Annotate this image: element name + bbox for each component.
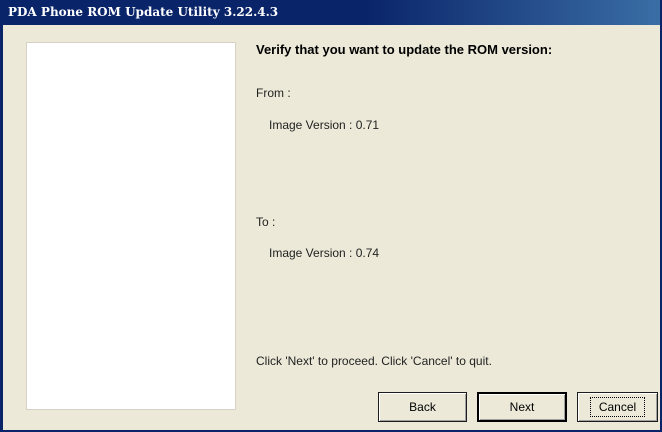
from-label: From :	[256, 86, 291, 100]
next-button[interactable]: Next	[477, 392, 567, 422]
update-utility-window: PDA Phone ROM Update Utility 3.22.4.3 Ve…	[0, 0, 662, 432]
to-image-version: Image Version : 0.74	[269, 246, 380, 260]
cancel-button[interactable]: Cancel	[577, 392, 658, 422]
next-button-label: Next	[509, 400, 535, 414]
instruction-text: Click 'Next' to proceed. Click 'Cancel' …	[256, 354, 492, 368]
window-title: PDA Phone ROM Update Utility 3.22.4.3	[8, 5, 279, 19]
side-image-panel	[26, 42, 236, 410]
to-label: To :	[256, 215, 276, 229]
page-heading: Verify that you want to update the ROM v…	[256, 42, 553, 57]
title-bar[interactable]: PDA Phone ROM Update Utility 3.22.4.3	[3, 0, 660, 25]
from-image-version: Image Version : 0.71	[269, 118, 380, 132]
back-button-label: Back	[409, 400, 436, 414]
back-button[interactable]: Back	[378, 392, 467, 422]
cancel-button-label: Cancel	[589, 397, 646, 417]
